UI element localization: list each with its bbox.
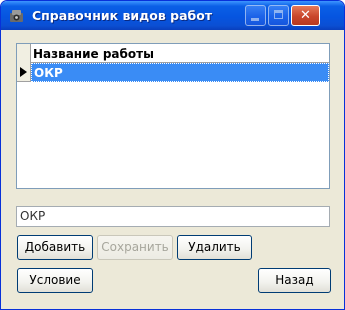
row-indicator[interactable] — [17, 63, 31, 82]
save-button[interactable]: Сохранить — [97, 235, 173, 260]
header-indicator-cell — [17, 44, 31, 63]
close-icon: ✕ — [300, 8, 311, 23]
app-window: Справочник видов работ ✕ Название работы… — [0, 0, 345, 310]
table-row[interactable]: ОКР — [31, 63, 329, 82]
grid-header: Название работы — [17, 44, 329, 63]
condition-button[interactable]: Условие — [17, 268, 93, 293]
window-title: Справочник видов работ — [32, 8, 213, 23]
cell-work-name[interactable]: ОКР — [34, 66, 63, 80]
work-types-grid[interactable]: Название работы ОКР — [16, 43, 330, 189]
add-button[interactable]: Добавить — [17, 235, 93, 260]
minimize-button[interactable] — [245, 5, 266, 26]
maximize-icon — [274, 10, 283, 19]
back-button[interactable]: Назад — [258, 268, 331, 293]
current-row-arrow-icon — [20, 67, 27, 77]
close-button[interactable]: ✕ — [291, 5, 320, 26]
minimize-icon — [251, 18, 259, 21]
maximize-button[interactable] — [268, 5, 289, 26]
column-header-work-name[interactable]: Название работы — [33, 47, 154, 61]
delete-button[interactable]: Удалить — [177, 235, 252, 260]
title-bar[interactable]: Справочник видов работ ✕ — [1, 1, 344, 30]
app-icon — [7, 6, 26, 25]
work-name-field[interactable]: ОКР — [16, 206, 330, 227]
